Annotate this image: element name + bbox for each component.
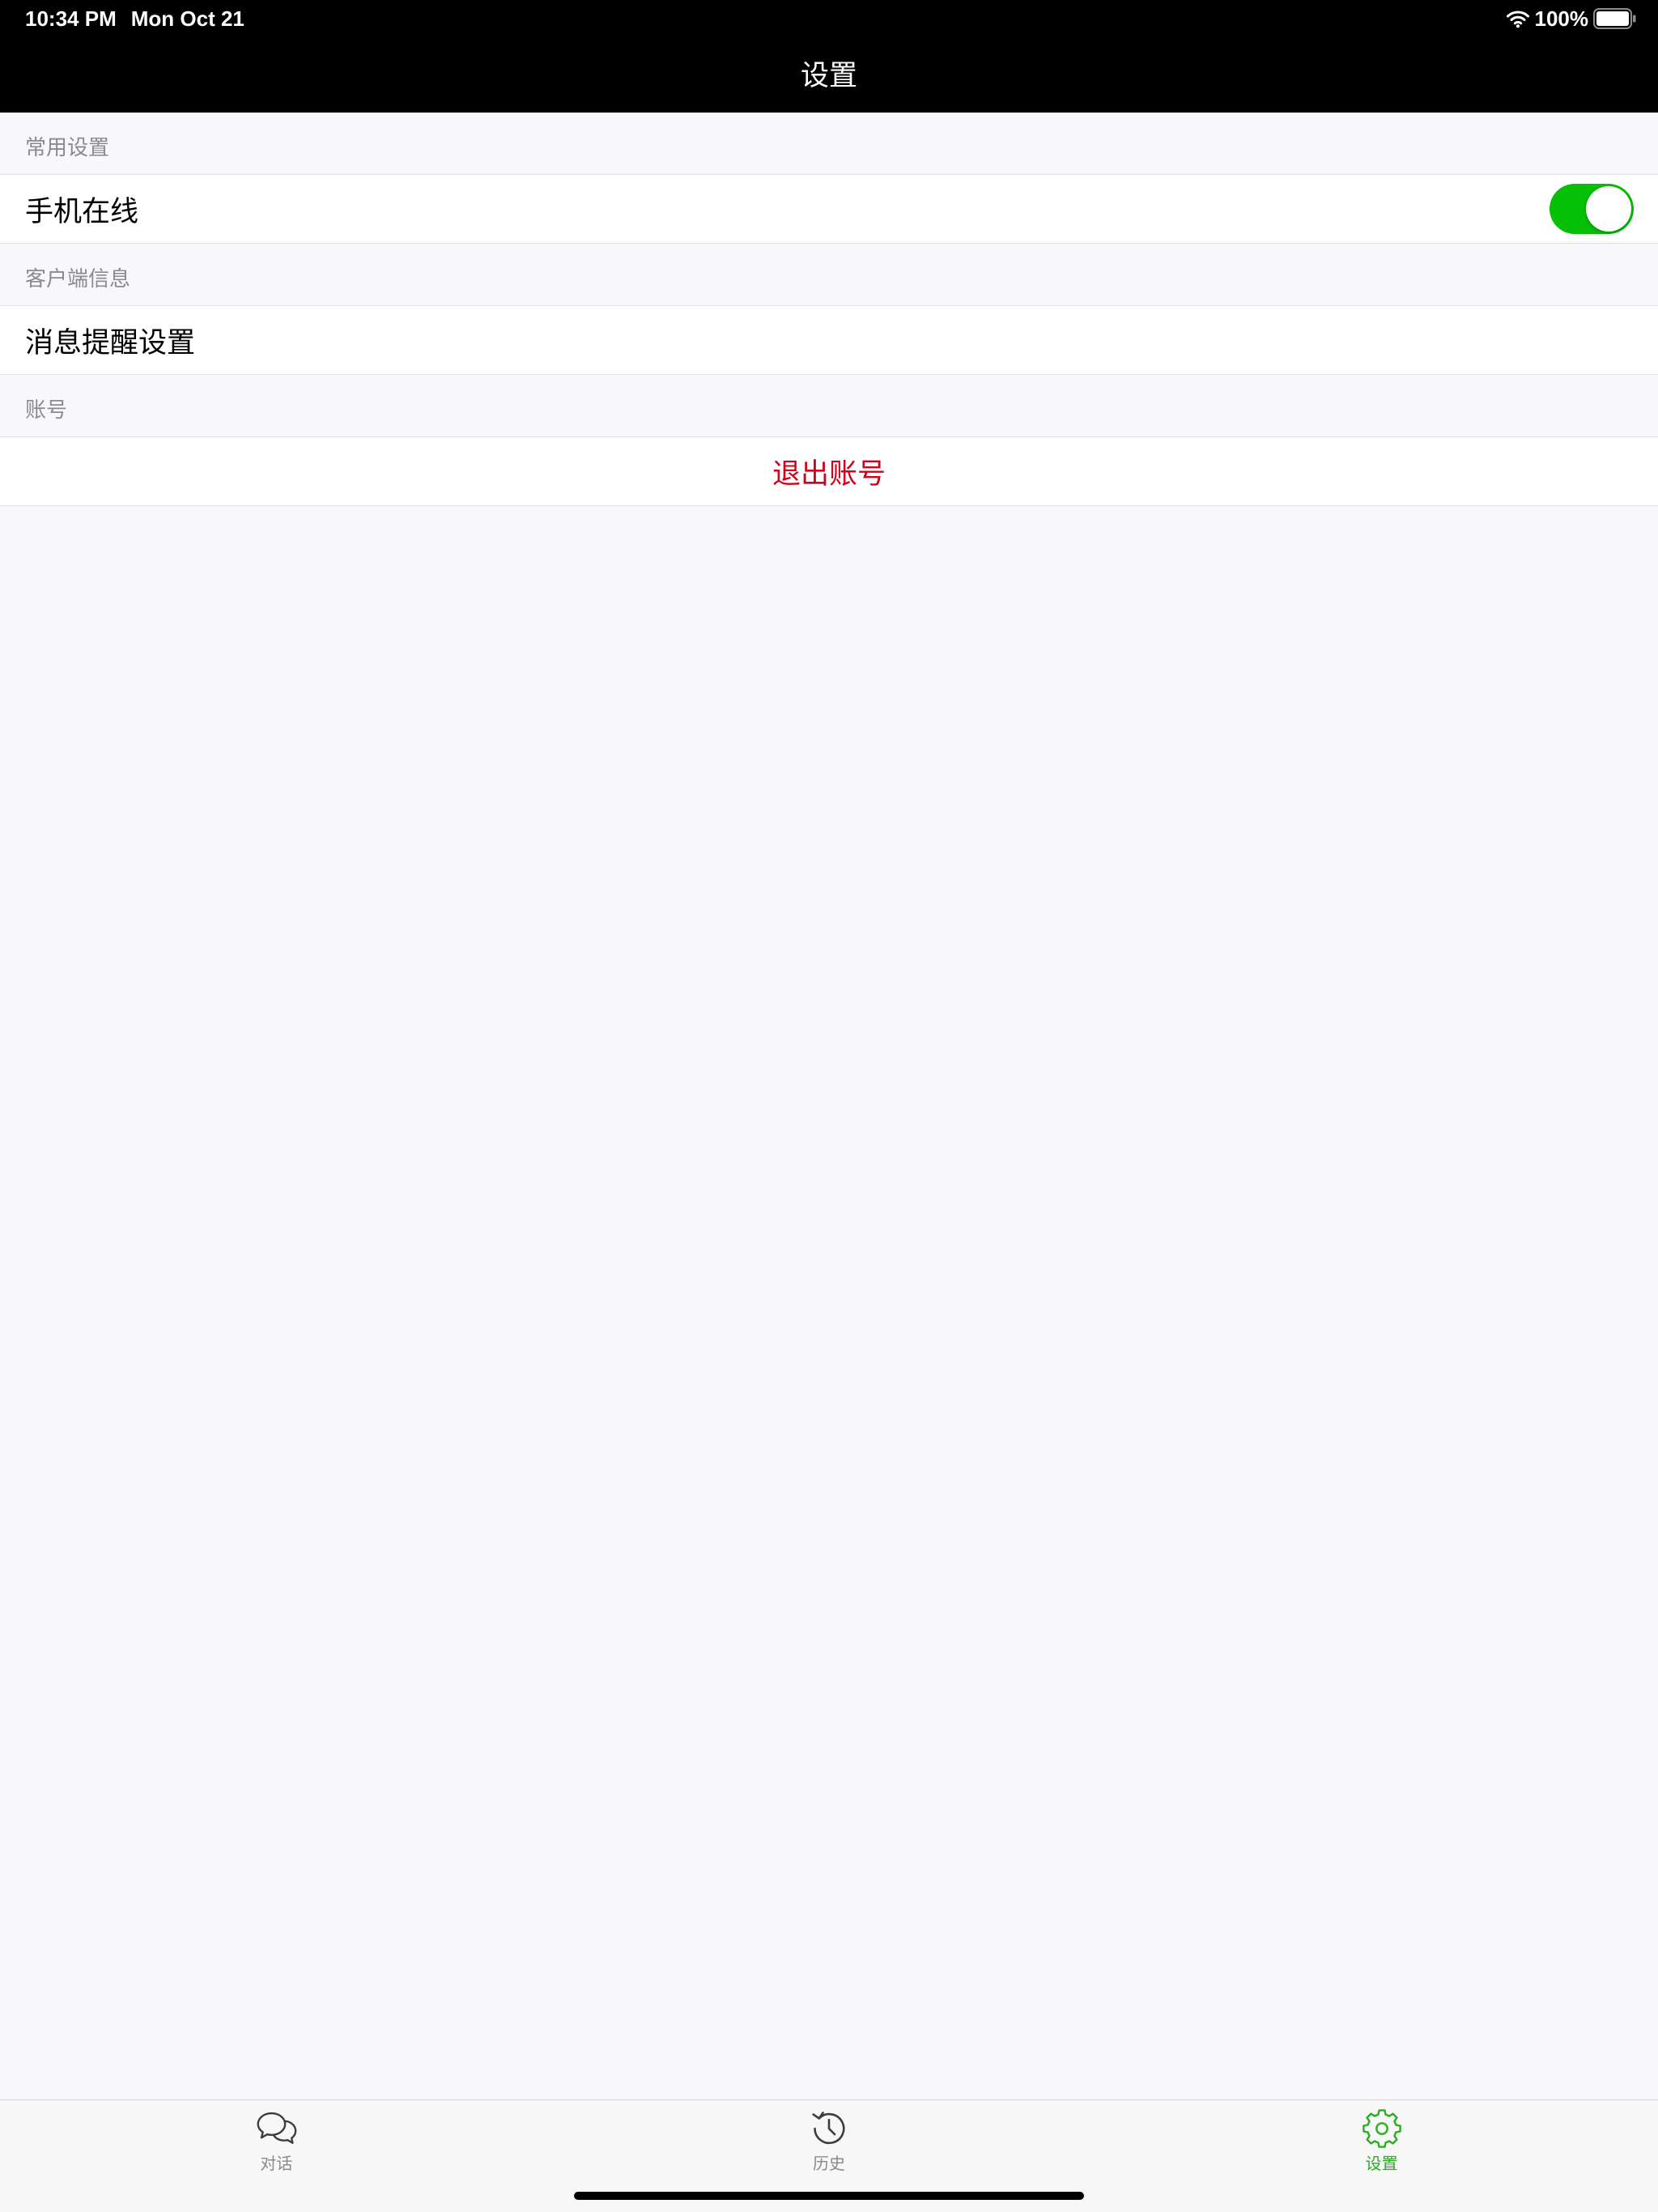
battery-icon bbox=[1593, 8, 1636, 29]
phone-online-label: 手机在线 bbox=[25, 195, 139, 228]
history-icon bbox=[812, 2112, 845, 2145]
phone-online-row: 手机在线 bbox=[0, 174, 1658, 244]
logout-label: 退出账号 bbox=[772, 457, 886, 490]
toggle-knob bbox=[1586, 186, 1631, 232]
status-bar-left: 10:34 PM Mon Oct 21 bbox=[25, 6, 244, 31]
page-title: 设置 bbox=[800, 60, 857, 91]
status-time: 10:34 PM bbox=[25, 6, 117, 31]
home-indicator bbox=[574, 2192, 1084, 2200]
phone-online-toggle[interactable] bbox=[1550, 184, 1634, 234]
tab-settings[interactable]: 设置 bbox=[1105, 2100, 1658, 2212]
gear-icon bbox=[1362, 2109, 1401, 2148]
navigation-bar: 10:34 PM Mon Oct 21 100% 设置 bbox=[0, 0, 1658, 113]
status-bar-right: 100% bbox=[1506, 6, 1638, 31]
battery-level-fill bbox=[1596, 11, 1629, 26]
chat-bubbles-icon bbox=[257, 2112, 297, 2144]
section-header-general: 常用设置 bbox=[25, 135, 110, 160]
notification-settings-row[interactable]: 消息提醒设置 bbox=[0, 305, 1658, 375]
battery-percentage: 100% bbox=[1534, 6, 1589, 31]
wifi-icon bbox=[1506, 11, 1529, 28]
settings-list: 常用设置 手机在线 客户端信息 消息提醒设置 账号 退出账号 bbox=[0, 113, 1658, 506]
tab-chat-label: 对话 bbox=[260, 2155, 293, 2173]
section-header-account: 账号 bbox=[25, 398, 68, 422]
gear-outline bbox=[1362, 2109, 1401, 2148]
tab-history-label: 历史 bbox=[813, 2155, 845, 2173]
tab-settings-label: 设置 bbox=[1365, 2155, 1398, 2173]
status-date: Mon Oct 21 bbox=[130, 6, 244, 31]
notification-settings-label: 消息提醒设置 bbox=[25, 326, 196, 359]
section-header-client-info: 客户端信息 bbox=[25, 266, 131, 291]
logout-button[interactable]: 退出账号 bbox=[0, 436, 1658, 506]
tab-chat[interactable]: 对话 bbox=[0, 2100, 553, 2212]
